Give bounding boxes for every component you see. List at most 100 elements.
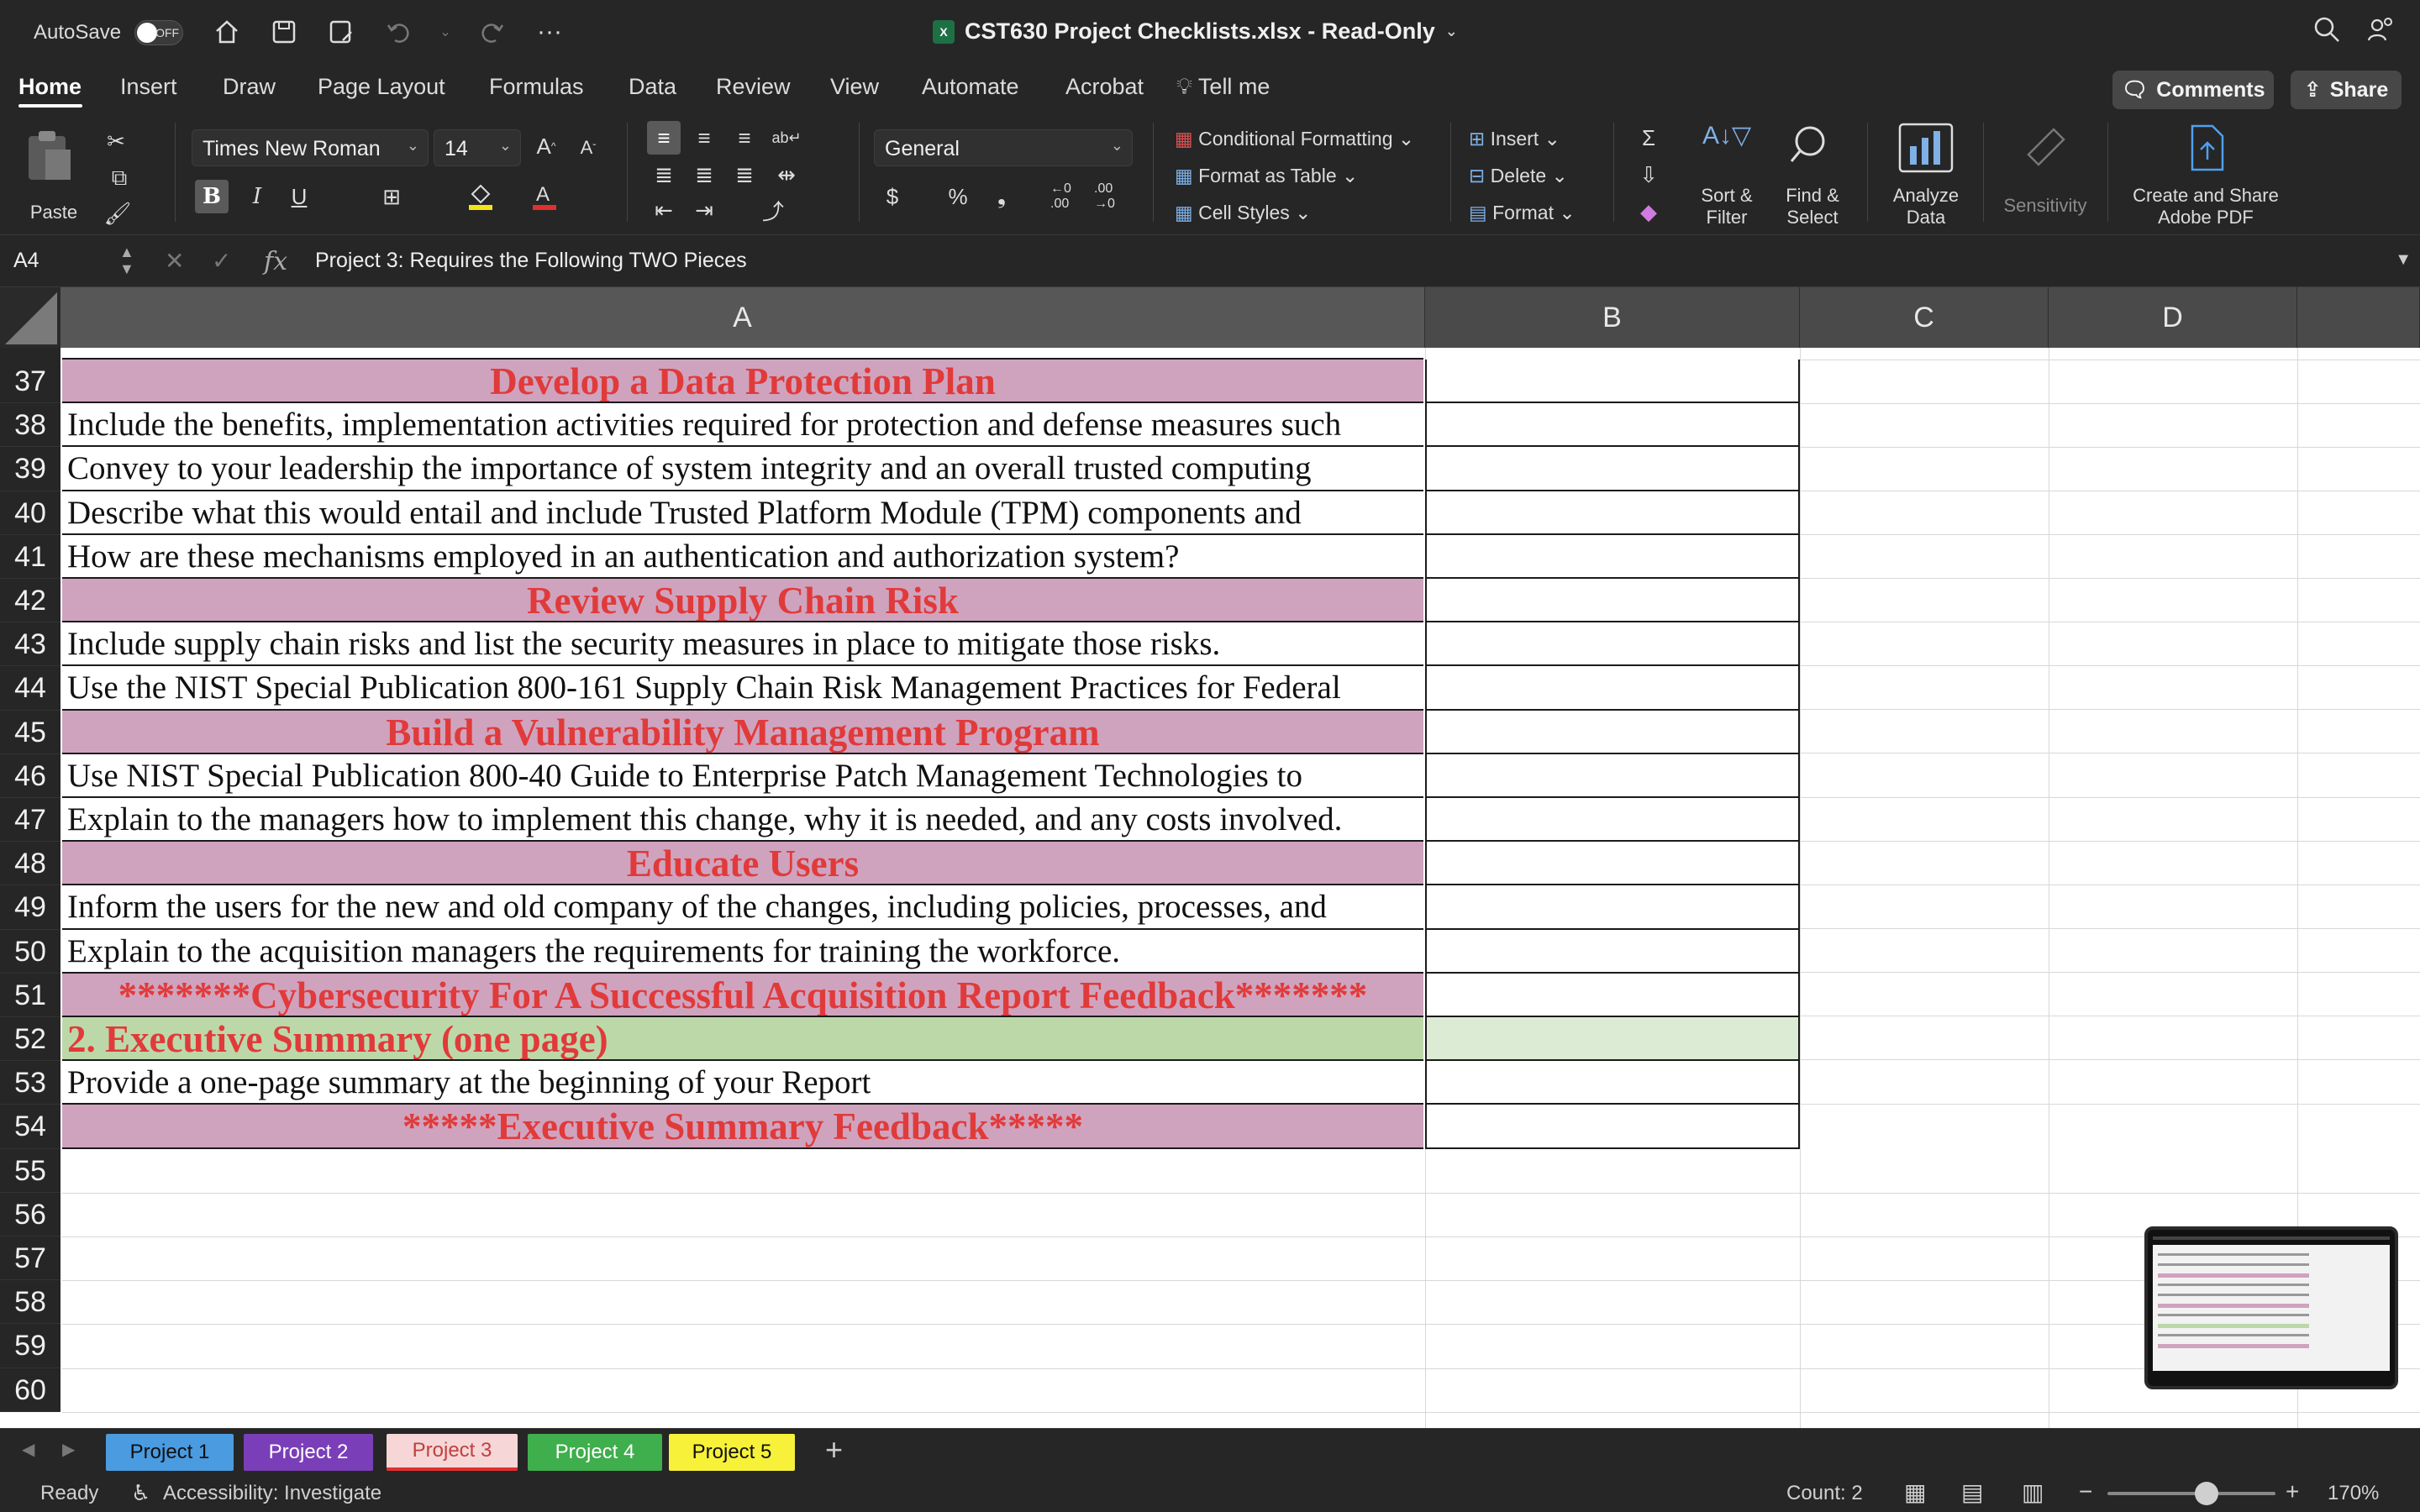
tab-view[interactable]: View	[830, 74, 879, 100]
font-name-select[interactable]: Times New Roman ⌄	[192, 129, 429, 166]
row-header[interactable]: 56	[0, 1192, 60, 1236]
align-top-icon[interactable]: ≡	[647, 121, 681, 155]
analyze-data-button[interactable]: Analyze Data	[1882, 121, 1970, 230]
page-break-view-icon[interactable]: ▥	[2022, 1478, 2044, 1506]
fx-icon[interactable]: fx	[264, 247, 287, 276]
autosum-icon[interactable]: Σ	[1632, 121, 1665, 155]
status-cell[interactable]	[1425, 491, 1800, 535]
row-header[interactable]: 57	[0, 1236, 60, 1281]
sheet-tab-project-2[interactable]: Project 2	[244, 1434, 373, 1471]
redo-icon[interactable]	[476, 15, 509, 49]
checklist-item-cell[interactable]: Use the NIST Special Publication 800-161…	[62, 666, 1423, 711]
align-left-icon[interactable]: ≣	[647, 158, 681, 192]
formula-input[interactable]: Project 3: Requires the Following TWO Pi…	[315, 249, 747, 273]
row-header[interactable]: 48	[0, 842, 60, 886]
decrease-font-icon[interactable]: Aˇ	[571, 131, 605, 165]
status-cell[interactable]	[1425, 579, 1800, 623]
home-icon[interactable]	[210, 15, 244, 49]
align-center-icon[interactable]: ≣	[687, 158, 721, 192]
row-header[interactable]: 58	[0, 1280, 60, 1325]
row-header[interactable]: 52	[0, 1017, 60, 1062]
search-icon[interactable]	[2312, 15, 2341, 48]
save-as-icon[interactable]	[324, 15, 358, 49]
status-cell[interactable]	[1425, 447, 1800, 491]
row-header[interactable]: 50	[0, 929, 60, 974]
zoom-slider-thumb[interactable]	[2195, 1482, 2218, 1505]
orientation-icon[interactable]: ⤴	[756, 193, 790, 227]
bold-button[interactable]: B	[195, 180, 229, 213]
autosave[interactable]: AutoSave OFF	[34, 20, 184, 45]
sheet-tab-project-1[interactable]: Project 1	[106, 1434, 234, 1471]
comments-button[interactable]: 🗨︎ Comments	[2112, 71, 2274, 109]
wrap-text-icon[interactable]: ab↵	[770, 121, 803, 155]
section-header-cell[interactable]: Build a Vulnerability Management Program	[62, 710, 1423, 754]
add-sheet-button[interactable]: +	[825, 1432, 843, 1467]
tab-acrobat[interactable]: Acrobat	[1065, 74, 1144, 100]
borders-icon[interactable]: ⊞	[375, 180, 408, 213]
tab-draw[interactable]: Draw	[223, 74, 276, 100]
conditional-formatting-button[interactable]: ▦ Conditional Formatting ⌄	[1175, 128, 1414, 150]
row-header[interactable]: 40	[0, 491, 60, 535]
tab-data[interactable]: Data	[629, 74, 676, 100]
increase-font-icon[interactable]: A ^	[529, 129, 563, 163]
zoom-slider[interactable]	[2107, 1492, 2275, 1495]
share-button[interactable]: ⇪ Share	[2291, 71, 2402, 109]
status-cell[interactable]	[1425, 666, 1800, 711]
copy-icon[interactable]: ⧉	[103, 161, 136, 195]
checklist-item-cell[interactable]: Describe what this would entail and incl…	[62, 491, 1423, 535]
sheet-tab-project-4[interactable]: Project 4	[528, 1434, 662, 1471]
column-header-c[interactable]: C	[1800, 287, 2049, 348]
status-cell[interactable]	[1425, 1017, 1800, 1062]
row-header[interactable]: 41	[0, 534, 60, 579]
section-header-cell[interactable]: Develop a Data Protection Plan	[62, 360, 1423, 404]
page-layout-view-icon[interactable]: ▤	[1961, 1478, 1983, 1506]
status-cell[interactable]	[1425, 1105, 1800, 1149]
zoom-out-button[interactable]: −	[2079, 1478, 2092, 1505]
row-header[interactable]: 60	[0, 1368, 60, 1412]
row-header[interactable]: 59	[0, 1324, 60, 1368]
accessibility-icon[interactable]: ♿︎	[131, 1480, 150, 1506]
sheet-tab-project-5[interactable]: Project 5	[669, 1434, 795, 1471]
tab-page-layout[interactable]: Page Layout	[318, 74, 445, 100]
undo-dropdown-icon[interactable]: ⌄	[439, 15, 452, 49]
checklist-item-cell[interactable]: Explain to the acquisition managers the …	[62, 930, 1423, 974]
accessibility-status[interactable]: Accessibility: Investigate	[163, 1482, 381, 1505]
row-header[interactable]: 44	[0, 666, 60, 711]
percent-button[interactable]: %	[941, 180, 975, 213]
row-header[interactable]: 42	[0, 579, 60, 623]
comma-button[interactable]: ❟	[985, 180, 1018, 213]
checklist-item-cell[interactable]: Convey to your leadership the importance…	[62, 447, 1423, 491]
format-as-table-button[interactable]: ▦ Format as Table ⌄	[1175, 165, 1358, 187]
zoom-in-button[interactable]: +	[2286, 1478, 2299, 1505]
row-header[interactable]: 43	[0, 622, 60, 667]
insert-cells-button[interactable]: ⊞ Insert ⌄	[1469, 128, 1560, 150]
section-header-cell[interactable]: Educate Users	[62, 842, 1423, 886]
cut-icon[interactable]: ✂	[99, 124, 133, 158]
row-header[interactable]: 39	[0, 447, 60, 491]
increase-indent-icon[interactable]: ⇥	[687, 193, 721, 227]
status-cell[interactable]	[1425, 885, 1800, 930]
worksheet-grid[interactable]: 37 Develop a Data Protection Plan 38 Includ…	[0, 348, 2420, 1428]
cell-styles-button[interactable]: ▦ Cell Styles ⌄	[1175, 202, 1311, 224]
create-share-pdf-button[interactable]: Create and Share Adobe PDF	[2118, 121, 2294, 230]
account-icon[interactable]	[2366, 15, 2395, 48]
checklist-item-cell[interactable]: Include supply chain risks and list the …	[62, 622, 1423, 667]
autosave-toggle[interactable]: OFF	[134, 20, 184, 45]
tab-home[interactable]: Home	[18, 74, 82, 100]
format-cells-button[interactable]: ▤ Format ⌄	[1469, 202, 1576, 224]
checklist-item-cell[interactable]: Inform the users for the new and old com…	[62, 885, 1423, 930]
save-icon[interactable]	[267, 15, 301, 49]
status-cell[interactable]	[1425, 929, 1800, 974]
number-format-select[interactable]: General ⌄	[874, 129, 1133, 166]
row-header[interactable]: 37	[0, 360, 60, 404]
checklist-item-cell[interactable]: Use NIST Special Publication 800-40 Guid…	[62, 754, 1423, 798]
tab-formulas[interactable]: Formulas	[489, 74, 584, 100]
status-cell[interactable]	[1425, 798, 1800, 843]
window-thumbnail-preview[interactable]	[2144, 1226, 2398, 1389]
select-all-button[interactable]	[0, 287, 60, 348]
tell-me[interactable]: 💡︎ Tell me	[1176, 74, 1270, 101]
fill-color-icon[interactable]	[464, 180, 497, 213]
status-cell[interactable]	[1425, 753, 1800, 798]
row-header[interactable]: 53	[0, 1061, 60, 1105]
decrease-indent-icon[interactable]: ⇤	[647, 193, 681, 227]
